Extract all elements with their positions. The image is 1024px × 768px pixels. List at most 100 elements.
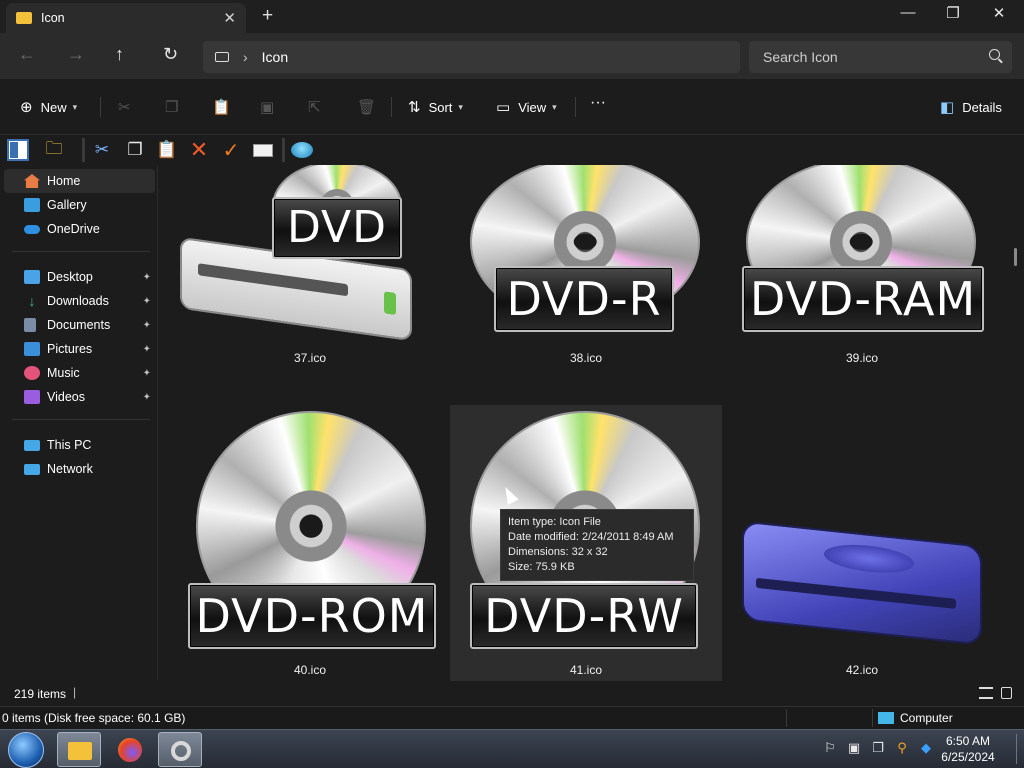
share-icon: ⇱: [308, 99, 321, 116]
more-options-button[interactable]: ···: [590, 94, 606, 112]
address-row: ← → ↑ ↻ › Icon Search Icon: [0, 33, 1024, 79]
firefox-icon: [118, 738, 142, 762]
network-drive-icon[interactable]: [291, 139, 313, 161]
close-button[interactable]: ✕: [976, 4, 1022, 22]
sidebar-item-network[interactable]: Network: [4, 457, 155, 481]
downloads-icon: ↓: [28, 293, 36, 309]
tooltip-modified: Date modified: 2/24/2011 8:49 AM: [508, 531, 674, 543]
address-bar[interactable]: › Icon: [203, 41, 740, 73]
sidebar-item-onedrive[interactable]: OneDrive: [4, 217, 155, 241]
sidebar-item-pictures[interactable]: Pictures ✦: [4, 337, 155, 361]
new-button[interactable]: ⊕ New ▾: [20, 98, 77, 116]
forward-button[interactable]: →: [67, 44, 85, 65]
back-button[interactable]: ←: [18, 44, 36, 65]
copy-button[interactable]: ❐: [165, 98, 186, 116]
minimize-button[interactable]: —: [885, 4, 931, 21]
sidebar-item-label: Desktop: [47, 270, 93, 284]
gallery-icon: [24, 198, 40, 212]
sidebar-item-gallery[interactable]: Gallery: [4, 193, 155, 217]
new-tab-button[interactable]: +: [262, 5, 273, 27]
sidebar-item-documents[interactable]: Documents ✦: [4, 313, 155, 337]
pictures-icon: [24, 342, 40, 356]
taskbar-settings-app[interactable]: [158, 732, 202, 767]
copy-icon[interactable]: ❐: [124, 139, 146, 161]
sidebar-item-desktop[interactable]: Desktop ✦: [4, 265, 155, 289]
documents-icon: [24, 318, 36, 332]
title-bar: Icon ✕ + — ❐ ✕: [0, 0, 1024, 33]
delete-x-icon[interactable]: ✕: [188, 137, 210, 162]
pane-splitter[interactable]: [157, 166, 158, 680]
scissors-icon[interactable]: ✂: [91, 139, 113, 161]
sidebar-item-music[interactable]: Music ✦: [4, 361, 155, 385]
file-item-38[interactable]: DVD-R 38.ico: [450, 165, 722, 401]
file-item-37[interactable]: DVD 37.ico: [174, 165, 446, 401]
selection-info: 0 items (Disk free space: 60.1 GB): [2, 711, 186, 725]
delete-button[interactable]: 🗑: [357, 98, 384, 116]
folder-check-icon[interactable]: 🗀: [43, 139, 65, 161]
pin-icon[interactable]: ✦: [143, 392, 151, 403]
pin-icon[interactable]: ✦: [143, 368, 151, 379]
tab-icon-folder[interactable]: Icon ✕: [6, 3, 246, 33]
status-bar: 219 items |: [0, 681, 1024, 706]
start-button[interactable]: [8, 732, 44, 768]
search-tray-icon[interactable]: ⚲: [894, 740, 910, 756]
classic-toolbar: 🗀 ✂ ❐ 📋 ✕ ✓: [0, 135, 330, 165]
up-button[interactable]: ↑: [115, 44, 124, 65]
show-desktop-button[interactable]: [1016, 734, 1022, 764]
cut-button[interactable]: ✂: [118, 98, 139, 116]
videos-icon: [24, 390, 40, 404]
copy-tray-icon[interactable]: ❐: [870, 740, 886, 756]
folder-icon: [16, 12, 32, 24]
sidebar-item-label: Gallery: [47, 198, 87, 212]
view-button[interactable]: ▭ View ▾: [496, 98, 557, 116]
blue-drive-icon: [742, 520, 982, 646]
pin-icon[interactable]: ✦: [143, 296, 151, 307]
sidebar-item-label: Home: [47, 174, 81, 188]
details-button[interactable]: ◧ Details: [940, 98, 1002, 116]
file-item-39[interactable]: DVD-RAM 39.ico: [726, 165, 998, 401]
zone-indicator: Computer: [878, 711, 953, 725]
sidebar-item-this-pc[interactable]: This PC: [4, 433, 155, 457]
pin-icon[interactable]: ✦: [143, 344, 151, 355]
sidebar-item-home[interactable]: Home: [4, 169, 155, 193]
checkmark-icon[interactable]: ✓: [220, 139, 242, 162]
rename-button[interactable]: ▣: [260, 98, 282, 116]
details-view-icon[interactable]: [979, 687, 993, 699]
file-name: 37.ico: [293, 351, 327, 365]
tooltip-size: Size: 75.9 KB: [508, 561, 575, 573]
sidebar-item-videos[interactable]: Videos ✦: [4, 385, 155, 409]
taskbar-file-explorer[interactable]: [57, 732, 101, 767]
system-clock[interactable]: 6:50 AM 6/25/2024: [940, 733, 996, 765]
file-name: 41.ico: [569, 663, 603, 677]
display-icon[interactable]: ▣: [846, 740, 862, 756]
chevron-down-icon: ▾: [72, 101, 78, 112]
paste-icon: 📋: [212, 99, 231, 116]
search-placeholder: Search Icon: [763, 49, 838, 65]
chevron-down-icon: ▾: [458, 101, 463, 112]
sort-button[interactable]: ⇅ Sort ▾: [408, 98, 463, 116]
paste-button[interactable]: 📋: [212, 98, 239, 116]
plus-circle-icon: ⊕: [20, 99, 33, 116]
pin-icon[interactable]: ✦: [143, 320, 151, 331]
breadcrumb-icon[interactable]: Icon: [262, 49, 288, 65]
share-button[interactable]: ⇱: [308, 98, 329, 116]
email-icon[interactable]: [252, 139, 274, 161]
sidebar-item-label: Music: [47, 366, 80, 380]
maximize-button[interactable]: ❐: [930, 4, 976, 22]
search-input[interactable]: Search Icon: [749, 41, 1012, 73]
file-item-42[interactable]: 42.ico: [726, 405, 998, 681]
close-tab-icon[interactable]: ✕: [223, 9, 236, 27]
taskbar-firefox[interactable]: [108, 732, 152, 767]
refresh-button[interactable]: ↻: [163, 44, 178, 65]
action-center-icon[interactable]: ⚐: [822, 740, 838, 756]
vertical-scrollbar[interactable]: [1014, 248, 1017, 266]
file-item-40[interactable]: DVD-ROM 40.ico: [174, 405, 446, 681]
pin-icon[interactable]: ✦: [143, 272, 151, 283]
sidebar-item-label: Videos: [47, 390, 85, 404]
tiles-view-icon[interactable]: [1001, 687, 1012, 699]
sidebar-item-downloads[interactable]: ↓ Downloads ✦: [4, 289, 155, 313]
command-bar: ⊕ New ▾ ✂ ❐ 📋 ▣ ⇱ 🗑 ⇅ Sort ▾ ▭ View ▾ ··…: [0, 79, 1024, 135]
paste-icon[interactable]: 📋: [156, 139, 178, 161]
preview-pane-icon[interactable]: [7, 139, 29, 161]
shield-icon[interactable]: ◆: [918, 740, 934, 756]
